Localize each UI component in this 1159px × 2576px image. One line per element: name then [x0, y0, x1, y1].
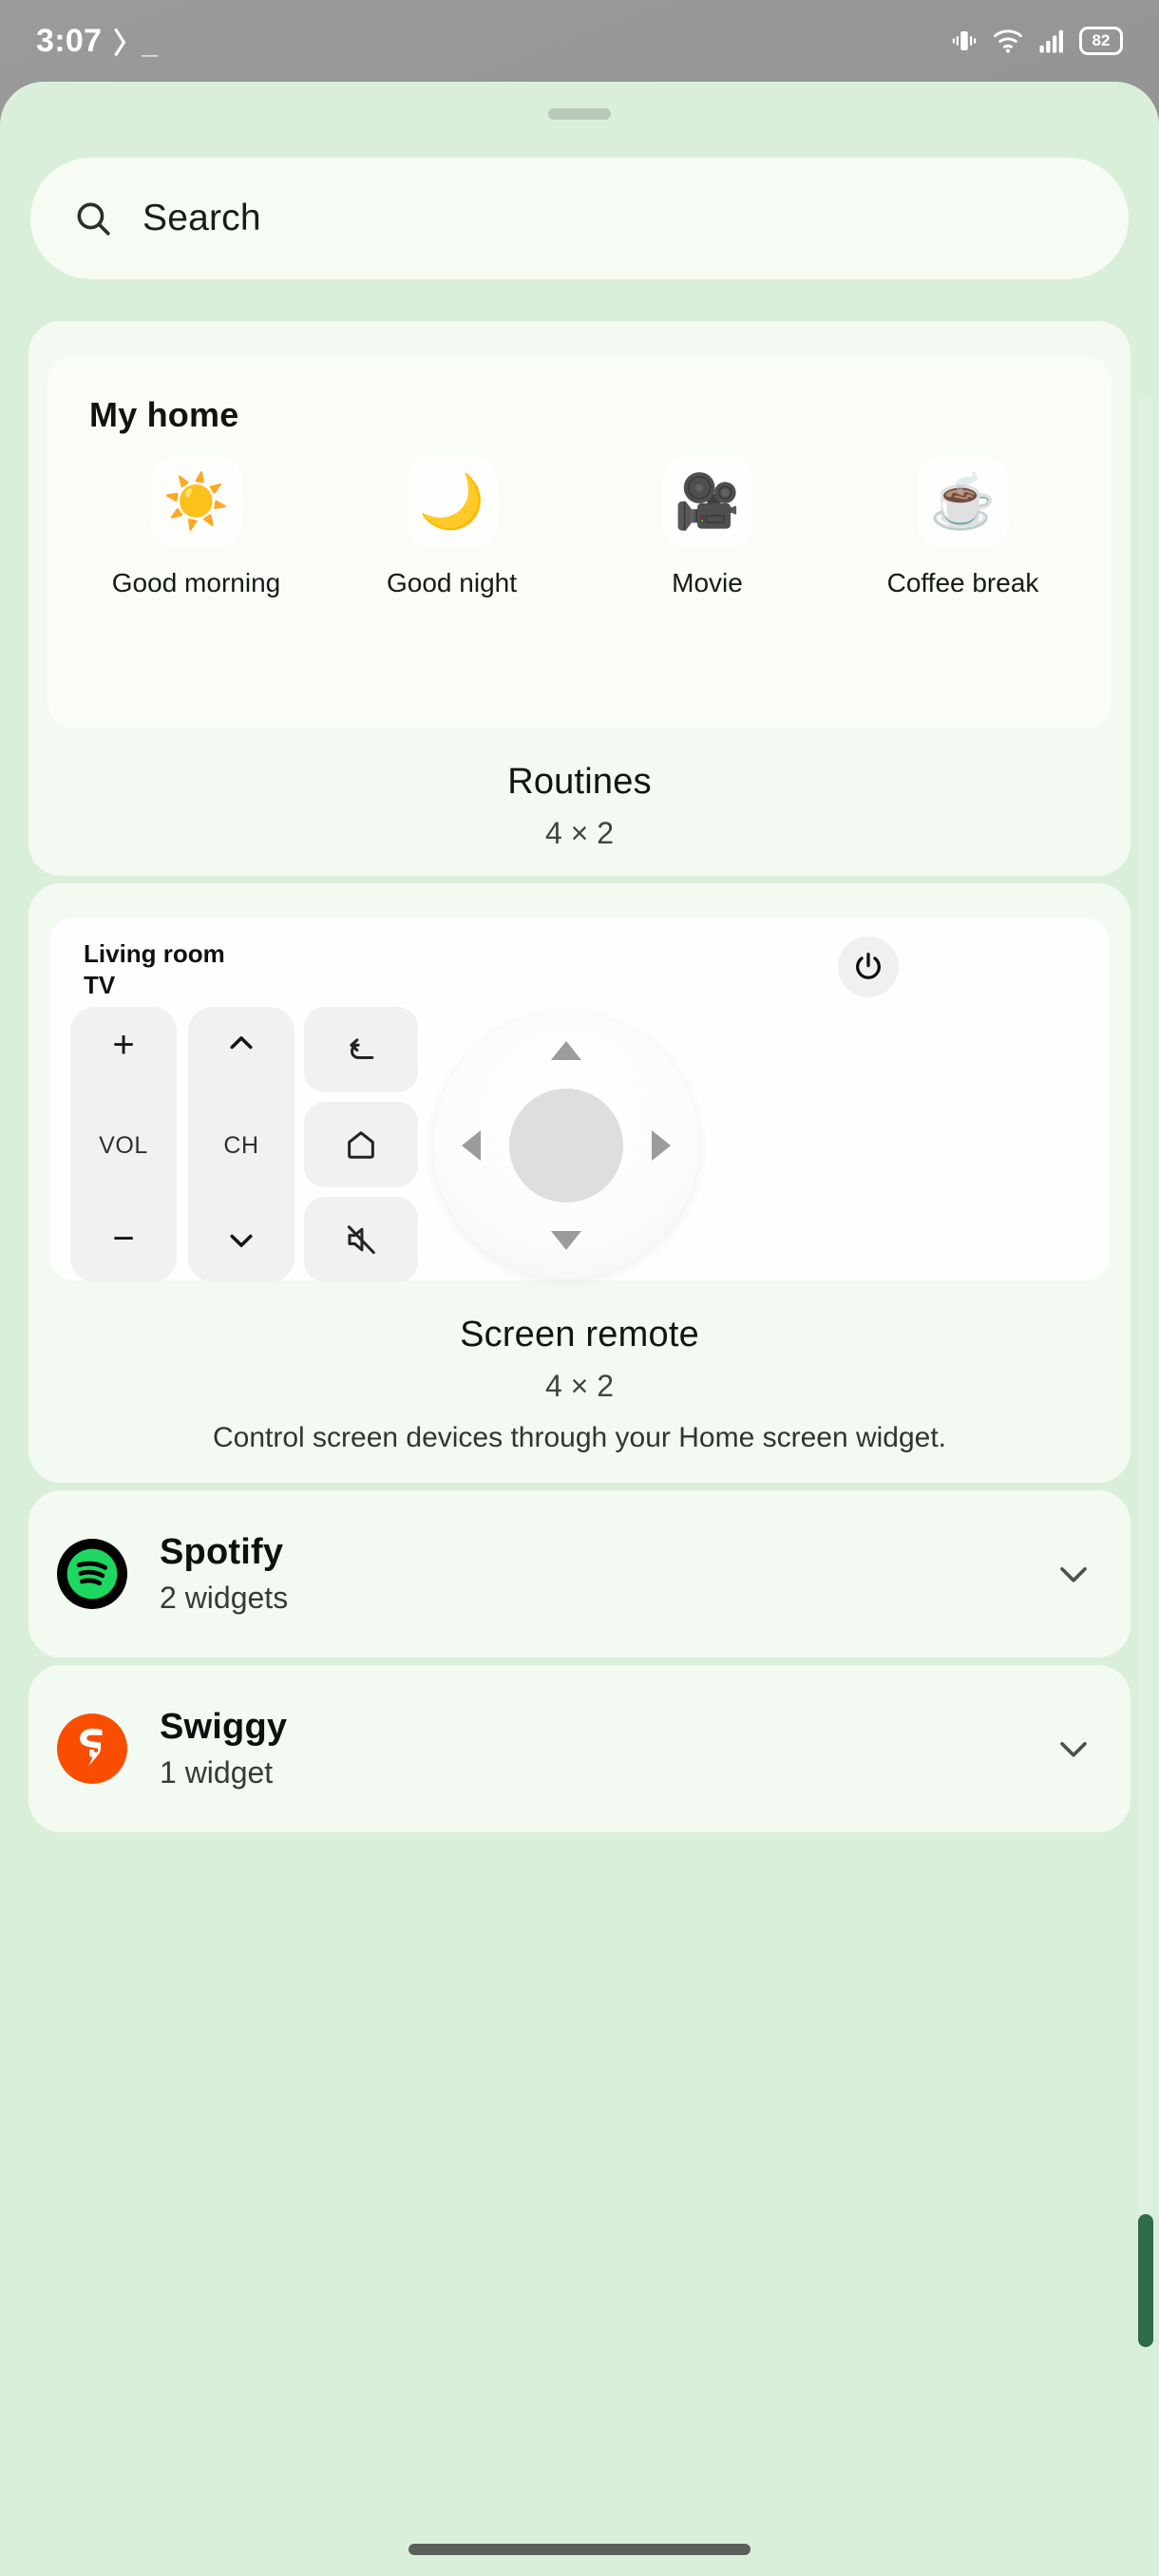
channel-label: CH: [223, 1132, 259, 1159]
power-icon: [856, 953, 881, 979]
dpad-up-button[interactable]: [551, 1041, 581, 1060]
dpad-right-button[interactable]: [652, 1130, 671, 1161]
app-group-swiggy[interactable]: Swiggy 1 widget: [28, 1665, 1130, 1832]
terminal-icon: 〉_: [113, 28, 158, 60]
spotify-glyph: [66, 1548, 118, 1600]
channel-rocker[interactable]: CH: [188, 1007, 294, 1282]
my-home-title: My home: [89, 395, 239, 434]
widget-picker-sheet: Search My home ☀️ Good morning 🌙 Good ni…: [0, 82, 1159, 2576]
sheet-drag-handle[interactable]: [548, 108, 611, 120]
swiggy-logo: [57, 1714, 127, 1784]
mute-icon: [347, 1225, 375, 1255]
gesture-navigation-bar[interactable]: [408, 2544, 750, 2555]
remote-dpad[interactable]: [433, 1013, 699, 1279]
power-button[interactable]: [838, 937, 899, 997]
back-arrow-icon: [350, 1038, 374, 1060]
app-name: Swiggy: [160, 1707, 288, 1747]
routine-movie[interactable]: 🎥 Movie: [580, 456, 835, 598]
remote-back-button[interactable]: [304, 1007, 418, 1092]
routine-good-morning[interactable]: ☀️ Good morning: [68, 456, 324, 598]
sun-icon: ☀️: [150, 456, 242, 547]
volume-label: VOL: [99, 1132, 148, 1159]
widget-size: 4 × 2: [544, 1369, 615, 1403]
status-bar-left: 3:07 〉_: [36, 20, 158, 62]
battery-icon: 82: [1079, 27, 1123, 55]
cellular-signal-icon: [1039, 29, 1063, 53]
app-group-text: Spotify 2 widgets: [160, 1532, 1051, 1616]
home-icon: [348, 1131, 374, 1159]
widget-preview-screen-remote[interactable]: Living room TV + VOL − CH Screen remote …: [28, 883, 1130, 1483]
scrollbar-track[interactable]: [1138, 395, 1153, 2342]
battery-percent: 82: [1092, 31, 1111, 49]
spotify-logo: [57, 1539, 127, 1609]
widget-description: Control screen devices through your Home…: [212, 1422, 947, 1453]
remote-device-name: TV: [84, 971, 116, 1000]
volume-down-button[interactable]: −: [112, 1220, 134, 1258]
widget-size: 4 × 2: [544, 816, 615, 850]
widget-meta-routines: Routines 4 × 2: [28, 762, 1130, 851]
remote-mute-button[interactable]: [304, 1197, 418, 1282]
volume-rocker[interactable]: + VOL −: [70, 1007, 177, 1282]
remote-room-name: Living room: [84, 939, 225, 968]
app-widget-count: 2 widgets: [160, 1581, 289, 1615]
routine-coffee-break[interactable]: ☕ Coffee break: [835, 456, 1091, 598]
routine-good-night[interactable]: 🌙 Good night: [324, 456, 580, 598]
status-clock: 3:07: [36, 23, 103, 59]
movie-camera-icon: 🎥: [661, 456, 753, 547]
widget-meta-screen-remote: Screen remote 4 × 2 Control screen devic…: [28, 1315, 1130, 1456]
routine-label: Good night: [387, 568, 517, 597]
dpad-select-button[interactable]: [509, 1089, 623, 1203]
widget-name: Routines: [507, 762, 652, 802]
dpad-left-button[interactable]: [462, 1130, 481, 1161]
status-bar-right: 82: [950, 27, 1123, 55]
search-icon: [77, 202, 110, 236]
scrollbar-thumb[interactable]: [1138, 2214, 1153, 2347]
dpad-down-button[interactable]: [551, 1231, 581, 1250]
app-name: Spotify: [160, 1532, 284, 1572]
widget-list[interactable]: My home ☀️ Good morning 🌙 Good night 🎥 M…: [0, 321, 1159, 2576]
app-group-text: Swiggy 1 widget: [160, 1707, 1051, 1790]
routine-shortcut-row: ☀️ Good morning 🌙 Good night 🎥 Movie ☕ C…: [48, 456, 1112, 598]
widget-preview-routines[interactable]: My home ☀️ Good morning 🌙 Good night 🎥 M…: [28, 321, 1130, 876]
chevron-down-icon[interactable]: [1051, 1726, 1096, 1771]
routine-label: Movie: [672, 568, 743, 597]
search-bar[interactable]: Search: [30, 158, 1129, 279]
app-group-spotify[interactable]: Spotify 2 widgets: [28, 1490, 1130, 1657]
coffee-cup-icon: ☕: [917, 456, 1009, 547]
vibrate-icon: [952, 31, 977, 50]
remote-device-label: Living room TV: [84, 938, 225, 1002]
search-input[interactable]: Search: [142, 198, 261, 239]
routine-label: Good morning: [111, 568, 281, 597]
my-home-widget-card[interactable]: My home ☀️ Good morning 🌙 Good night 🎥 M…: [48, 357, 1112, 728]
wifi-icon: [994, 29, 1022, 53]
chevron-down-icon[interactable]: [1051, 1551, 1096, 1597]
widget-name: Screen remote: [460, 1315, 699, 1354]
app-widget-count: 1 widget: [160, 1755, 274, 1790]
screen-remote-widget-card[interactable]: Living room TV + VOL − CH: [49, 918, 1110, 1282]
status-bar: 3:07 〉_ 82: [0, 0, 1159, 82]
chevron-down-icon[interactable]: [224, 1223, 258, 1258]
moon-icon: 🌙: [406, 456, 498, 547]
volume-up-button[interactable]: +: [112, 1026, 134, 1064]
routine-label: Coffee break: [886, 568, 1039, 597]
swiggy-glyph: [63, 1719, 122, 1778]
remote-home-button[interactable]: [304, 1102, 418, 1187]
chevron-up-icon[interactable]: [224, 1026, 258, 1060]
